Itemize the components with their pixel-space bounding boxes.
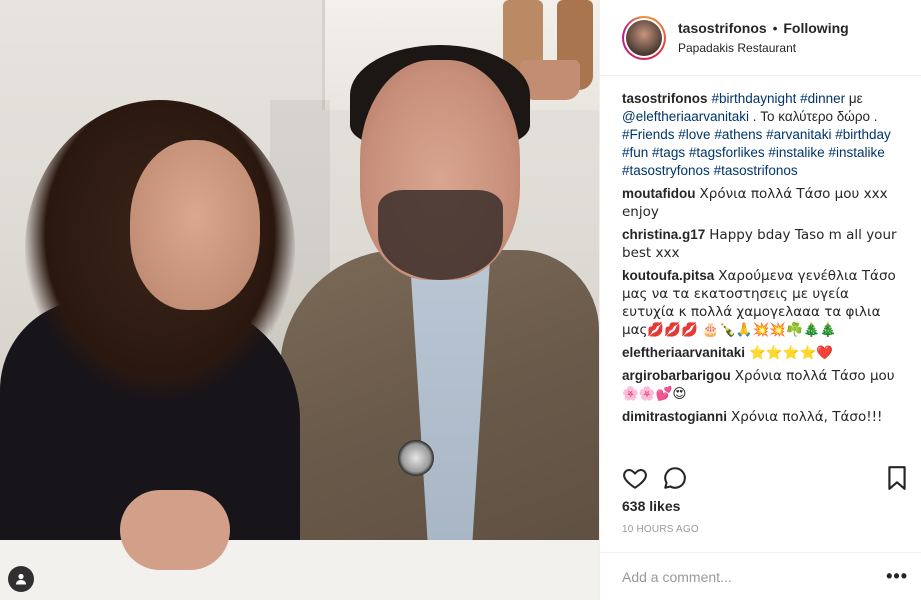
comment-bubble-icon — [664, 467, 686, 489]
add-comment-bar: ••• — [600, 552, 921, 600]
woman-face — [130, 140, 260, 310]
hashtag-link[interactable]: #tags — [652, 145, 685, 160]
post-timestamp[interactable]: 10 HOURS AGO — [622, 524, 699, 535]
mention-link[interactable]: @eleftheriaarvanitaki — [622, 109, 749, 124]
comment-container: moutafidou Χρόνια πολλά Τάσο μου xxx enjo… — [622, 185, 899, 426]
comment-text: Χρόνια πολλά, Τάσο!!! — [731, 409, 883, 425]
comment-item: argirobarbarigou Χρόνια πολλά Τάσο μου 🌸🌸… — [622, 367, 899, 403]
hashtag-link[interactable]: #arvanitaki — [766, 127, 831, 142]
caption: tasostrifonos #birthdaynight #dinner με @… — [622, 90, 899, 180]
tablecloth — [0, 540, 599, 600]
comment-username[interactable]: moutafidou — [622, 186, 696, 201]
person-icon — [16, 573, 26, 585]
hashtag-link[interactable]: #birthday — [835, 127, 891, 142]
hashtag-link[interactable]: #tagsforlikes — [689, 145, 765, 160]
tagged-users-button[interactable] — [8, 566, 34, 592]
header-line: tasostrifonos • Following — [678, 20, 849, 36]
comment-username[interactable]: christina.g17 — [622, 227, 705, 242]
comment-button[interactable] — [662, 465, 688, 491]
heart-outline-icon — [623, 468, 647, 489]
action-bar — [600, 462, 921, 494]
author-avatar-ring[interactable] — [622, 15, 666, 60]
bookmark-icon — [888, 466, 906, 490]
hashtag-link[interactable]: #instalike — [768, 145, 824, 160]
comment-item: eleftheriaarvanitaki ⭐️⭐️⭐️⭐️❤️ — [622, 344, 899, 362]
caption-text-fragment: με — [845, 91, 863, 106]
comment-username[interactable]: argirobarbarigou — [622, 368, 731, 383]
hashtag-link[interactable]: #Friends — [622, 127, 675, 142]
caption-username[interactable]: tasostrifonos — [622, 91, 708, 106]
header-text: tasostrifonos • Following Papadakis Rest… — [678, 20, 849, 55]
comment-text: ⭐️⭐️⭐️⭐️❤️ — [749, 345, 834, 361]
hashtag-link[interactable]: #athens — [714, 127, 762, 142]
caption-text-fragment: . Το καλύτερο δώρο . — [749, 109, 878, 124]
hashtag-link[interactable]: #fun — [622, 145, 648, 160]
comment-item: christina.g17 Happy bday Taso m all your … — [622, 226, 899, 262]
comment-username[interactable]: dimitrastogianni — [622, 409, 727, 424]
wristwatch — [398, 440, 434, 476]
likes-count[interactable]: 638 likes — [622, 498, 680, 514]
man-beard — [378, 190, 503, 280]
separator-dot: • — [772, 20, 778, 36]
comment-username[interactable]: koutoufa.pitsa — [622, 268, 714, 283]
instagram-post-view: tasostrifonos • Following Papadakis Rest… — [0, 0, 921, 600]
author-username[interactable]: tasostrifonos — [678, 20, 767, 36]
location-link[interactable]: Papadakis Restaurant — [678, 41, 849, 55]
avatar[interactable] — [626, 19, 662, 56]
comment-item: moutafidou Χρόνια πολλά Τάσο μου xxx enjo… — [622, 185, 899, 221]
hashtag-link[interactable]: #instalike — [828, 145, 884, 160]
hashtag-link[interactable]: #birthdaynight — [712, 91, 797, 106]
save-button[interactable] — [886, 465, 912, 491]
like-button[interactable] — [622, 465, 648, 491]
comment-item: dimitrastogianni Χρόνια πολλά, Τάσο!!! — [622, 408, 899, 426]
comment-username[interactable]: eleftheriaarvanitaki — [622, 345, 745, 360]
more-options-button[interactable]: ••• — [886, 566, 908, 587]
hashtag-link[interactable]: #dinner — [800, 91, 845, 106]
following-button[interactable]: Following — [783, 20, 848, 36]
comment-item: koutoufa.pitsa Χαρούμενα γενέθλια Τάσο μα… — [622, 267, 899, 339]
post-side-panel: tasostrifonos • Following Papadakis Rest… — [599, 0, 921, 600]
post-photo[interactable] — [0, 0, 599, 600]
hashtag-link[interactable]: #tasostrifonos — [714, 163, 798, 178]
hashtag-link[interactable]: #tasostryfonos — [622, 163, 710, 178]
post-header: tasostrifonos • Following Papadakis Rest… — [600, 0, 921, 76]
add-comment-input[interactable] — [622, 568, 887, 585]
comments-list[interactable]: tasostrifonos #birthdaynight #dinner με @… — [600, 76, 921, 461]
hashtag-link[interactable]: #love — [678, 127, 710, 142]
woman-hand — [120, 490, 230, 570]
